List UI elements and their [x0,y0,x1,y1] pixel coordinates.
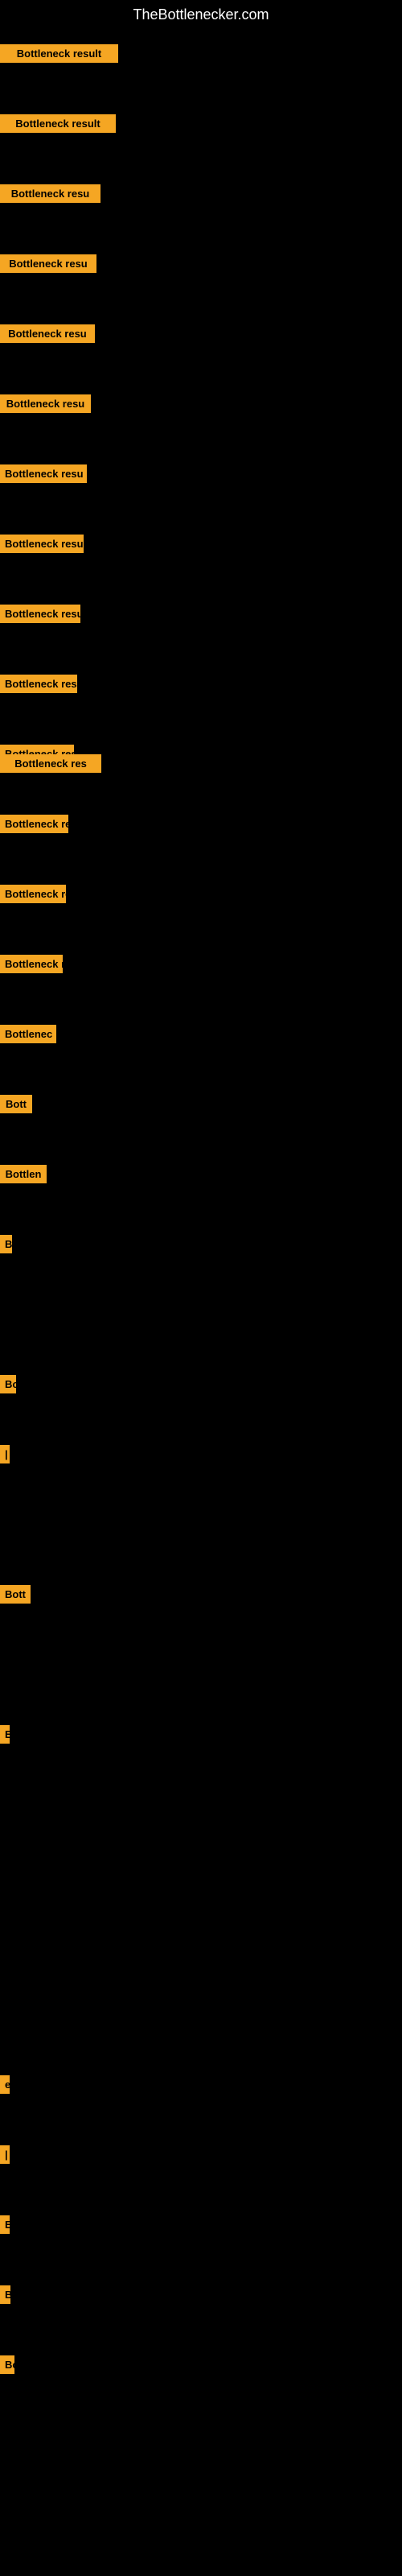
bottleneck-result-button-8[interactable]: Bottleneck resu [0,535,84,553]
bottleneck-result-button-1[interactable]: Bottleneck result [0,44,118,63]
bottleneck-result-button-16[interactable]: Bottlenec [0,1025,56,1043]
bottleneck-result-button-18[interactable]: Bottlen [0,1165,47,1183]
bottleneck-result-button-14[interactable]: Bottleneck re [0,885,66,903]
bottleneck-result-button-7[interactable]: Bottleneck resu [0,464,87,483]
bottleneck-result-button-4[interactable]: Bottleneck resu [0,254,96,273]
bottleneck-result-button-12[interactable]: Bottleneck res [0,754,101,773]
bottleneck-result-button-28[interactable]: Bo [0,2355,14,2374]
site-title: TheBottlenecker.com [0,0,402,30]
bottleneck-result-button-24[interactable]: e [0,2075,10,2094]
bottleneck-result-button-13[interactable]: Bottleneck re [0,815,68,833]
bottleneck-result-button-26[interactable]: E [0,2215,10,2234]
bottleneck-result-button-23[interactable]: E [0,1725,10,1744]
bottleneck-result-button-9[interactable]: Bottleneck resu [0,605,80,623]
bottleneck-result-button-6[interactable]: Bottleneck resu [0,394,91,413]
bottleneck-result-button-2[interactable]: Bottleneck result [0,114,116,133]
bottleneck-result-button-21[interactable]: | [0,1445,10,1463]
bottleneck-result-button-17[interactable]: Bott [0,1095,32,1113]
bottleneck-result-button-27[interactable]: B [0,2285,10,2304]
bottleneck-result-button-20[interactable]: Bo [0,1375,16,1393]
bottleneck-result-button-19[interactable]: B [0,1235,12,1253]
bottleneck-result-button-5[interactable]: Bottleneck resu [0,324,95,343]
bottleneck-result-button-15[interactable]: Bottleneck r [0,955,63,973]
bottleneck-result-button-25[interactable]: | [0,2145,10,2164]
bottleneck-result-button-3[interactable]: Bottleneck resu [0,184,100,203]
bottleneck-result-button-22[interactable]: Bott [0,1585,31,1604]
bottleneck-result-button-10[interactable]: Bottleneck resu [0,675,77,693]
